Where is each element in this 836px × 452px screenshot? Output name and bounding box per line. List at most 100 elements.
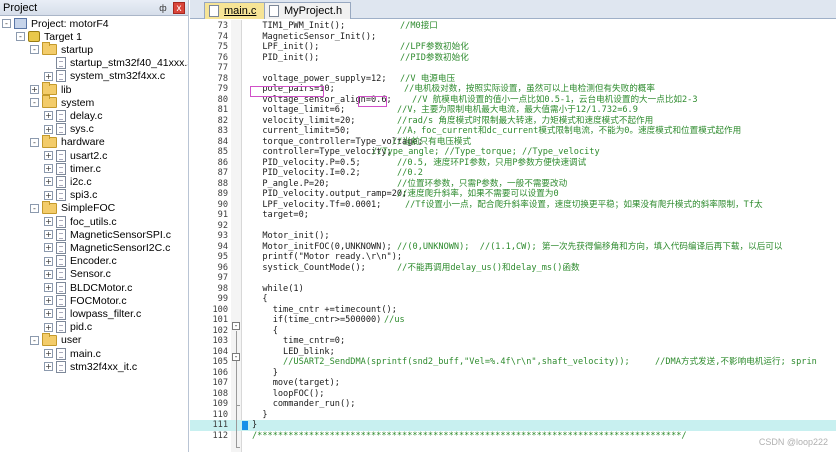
code-line[interactable]: 95 printf("Motor ready.\r\n"); [190, 252, 836, 263]
expand-icon[interactable]: + [44, 243, 53, 253]
code-line[interactable]: 96 systick_CountMode(); //不能再调用delay_us()… [190, 263, 836, 274]
code-line[interactable]: 85 controller=Type_velocity;//Type_angle… [190, 147, 836, 158]
expand-icon[interactable]: + [44, 296, 53, 306]
collapse-icon[interactable]: - [30, 335, 39, 345]
code-line[interactable]: 103 time_cntr=0; [190, 336, 836, 347]
tab-myproject-h[interactable]: MyProject.h [264, 2, 352, 19]
collapse-icon[interactable]: - [16, 32, 25, 42]
collapse-icon[interactable]: - [30, 203, 39, 213]
code-line[interactable]: 90 LPF_velocity.Tf=0.0001; //Tf设置小一点，配合爬升… [190, 200, 836, 211]
code-line[interactable]: 91 target=0; [190, 210, 836, 221]
expand-icon[interactable]: + [30, 85, 39, 94]
code-line[interactable]: 111} [190, 420, 836, 431]
tree-item-label: user [61, 334, 82, 347]
code-line[interactable]: 107 move(target); [190, 378, 836, 389]
expand-icon[interactable]: + [44, 177, 53, 187]
tree-item-lib[interactable]: + lib [30, 82, 72, 96]
code-line[interactable]: 108 loopFOC(); [190, 389, 836, 400]
tree-item-startup[interactable]: - startup [30, 42, 93, 56]
tree-item-spi3-c[interactable]: + spi3.c [44, 189, 97, 202]
code-line[interactable]: 94 Motor_initFOC(0,UNKNOWN); //(0,UNKNOWN… [190, 242, 836, 253]
expand-icon[interactable]: + [44, 124, 53, 134]
code-line[interactable]: 97 [190, 273, 836, 284]
tree-item-magneticsensori2c-c[interactable]: + MagneticSensorI2C.c [44, 241, 170, 254]
fold-toggle-icon[interactable]: - [232, 322, 240, 330]
tree-item-timer-c[interactable]: + timer.c [44, 162, 101, 175]
collapse-icon[interactable]: - [30, 98, 39, 108]
tree-item-system[interactable]: - system [30, 95, 94, 109]
code-line[interactable]: 99 { [190, 294, 836, 305]
tree-item-bldcmotor-c[interactable]: + BLDCMotor.c [44, 281, 132, 294]
code-line[interactable]: 92 [190, 221, 836, 232]
pin-icon[interactable]: ф [157, 2, 169, 14]
expand-icon[interactable]: + [44, 309, 53, 319]
tree-item-sensor-c[interactable]: + Sensor.c [44, 268, 111, 281]
expand-icon[interactable]: + [44, 111, 53, 121]
code-line[interactable]: 100 time_cntr +=timecount(); [190, 305, 836, 316]
code-line[interactable]: 110 } [190, 410, 836, 421]
code-line[interactable]: 106 } [190, 368, 836, 379]
tree-item-i2c-c[interactable]: + i2c.c [44, 175, 92, 188]
tree-item-main-c[interactable]: + main.c [44, 347, 101, 360]
tree-item-magneticsensorspi-c[interactable]: + MagneticSensorSPI.c [44, 228, 171, 241]
code-line[interactable]: 78 voltage_power_supply=12; //V 电源电压 [190, 74, 836, 85]
code-line[interactable]: 112 /************************************… [190, 431, 836, 442]
expand-icon[interactable]: + [44, 256, 53, 266]
code-line[interactable]: 81 voltage_limit=6; //V，主要为限制电机最大电流，最大值需小… [190, 105, 836, 116]
tree-item-foc-utils-c[interactable]: + foc_utils.c [44, 215, 117, 228]
tree-item-system-stm32f4xx-c[interactable]: + system_stm32f4xx.c [44, 70, 165, 83]
code-line[interactable]: 83 current_limit=50; //A，foc_current和dc_c… [190, 126, 836, 137]
expand-icon[interactable]: + [44, 190, 53, 200]
tree-item-stm32f4xx-it-c[interactable]: + stm32f4xx_it.c [44, 360, 137, 373]
expand-icon[interactable]: + [44, 164, 53, 174]
close-icon[interactable]: x [173, 1, 185, 14]
code-line[interactable]: 74 MagneticSensor_Init(); [190, 32, 836, 43]
tree-item-lowpass-filter-c[interactable]: + lowpass_filter.c [44, 307, 141, 320]
code-line[interactable]: 82 velocity_limit=20; //rad/s 角度模式时限制最大转速… [190, 116, 836, 127]
expand-icon[interactable]: + [44, 362, 53, 372]
code-line[interactable]: 104 LED_blink; [190, 347, 836, 358]
expand-icon[interactable]: + [44, 230, 53, 240]
expand-icon[interactable]: + [44, 269, 53, 279]
code-line[interactable]: 101 if(time_cntr>=500000)//us [190, 315, 836, 326]
collapse-icon[interactable]: - [2, 19, 11, 28]
code-line[interactable]: 84 torque_controller=Type_voltage;//当前只有… [190, 137, 836, 148]
code-line[interactable]: 76 PID_init(); //PID参数初始化 [190, 53, 836, 64]
tree-item-target-1[interactable]: - Target 1 [16, 30, 82, 43]
code-line[interactable]: 102 { [190, 326, 836, 337]
expand-icon[interactable]: + [44, 151, 53, 160]
collapse-icon[interactable]: - [30, 45, 39, 55]
tab-main-c[interactable]: main.c [204, 2, 266, 19]
code-line[interactable]: 98 while(1) [190, 284, 836, 295]
code-line[interactable]: 105 //USART2_SendDMA(sprintf(snd2_buff,"… [190, 357, 836, 368]
tree-item-pid-c[interactable]: + pid.c [44, 321, 92, 334]
tree-item-startup-stm32f40-41xxx-s[interactable]: startup_stm32f40_41xxx.s [44, 57, 188, 70]
code-editor[interactable]: 73 TIM1_PWM_Init();//M0接口 74 MagneticSens… [190, 20, 836, 452]
code-line[interactable]: 86 PID_velocity.P=0.5; //0.5, 速度环PI参数，只用P… [190, 158, 836, 169]
expand-icon[interactable]: + [44, 71, 53, 81]
tree-item-sys-c[interactable]: + sys.c [44, 123, 94, 136]
code-line[interactable]: 89 PID_velocity.output_ramp=20;//速度爬升斜率，… [190, 189, 836, 200]
code-line[interactable]: 77 [190, 63, 836, 74]
code-line[interactable]: 109 commander_run(); [190, 399, 836, 410]
code-line[interactable]: 73 TIM1_PWM_Init(); //M0接口 [190, 21, 836, 32]
tree-item-hardware[interactable]: - hardware [30, 134, 105, 149]
expand-icon[interactable]: + [44, 349, 53, 358]
collapse-icon[interactable]: - [30, 137, 39, 147]
tree-item-user[interactable]: - user [30, 332, 82, 347]
expand-icon[interactable]: + [44, 322, 53, 332]
tree-item-delay-c[interactable]: + delay.c [44, 109, 103, 122]
code-line[interactable]: 87 PID_velocity.I=0.2; //0.2 [190, 168, 836, 179]
code-line[interactable]: 88 P_angle.P=20; //位置环参数，只需P参数，一般不需要改动 [190, 179, 836, 190]
fold-toggle-icon[interactable]: - [232, 353, 240, 361]
code-line[interactable]: 75 LPF_init(); //LPF参数初始化 [190, 42, 836, 53]
tree-item-usart2-c[interactable]: + usart2.c [44, 149, 107, 162]
tree-item-simplefoc[interactable]: - SimpleFOC [30, 200, 115, 215]
file-icon [56, 360, 66, 373]
code-line[interactable]: 93 Motor_init(); [190, 231, 836, 242]
expand-icon[interactable]: + [44, 217, 53, 226]
expand-icon[interactable]: + [44, 283, 53, 292]
tree-item-focmotor-c[interactable]: + FOCMotor.c [44, 294, 127, 307]
tree-item-encoder-c[interactable]: + Encoder.c [44, 255, 117, 268]
tree-item-project-motorf4[interactable]: - Project: motorF4 [2, 17, 109, 30]
